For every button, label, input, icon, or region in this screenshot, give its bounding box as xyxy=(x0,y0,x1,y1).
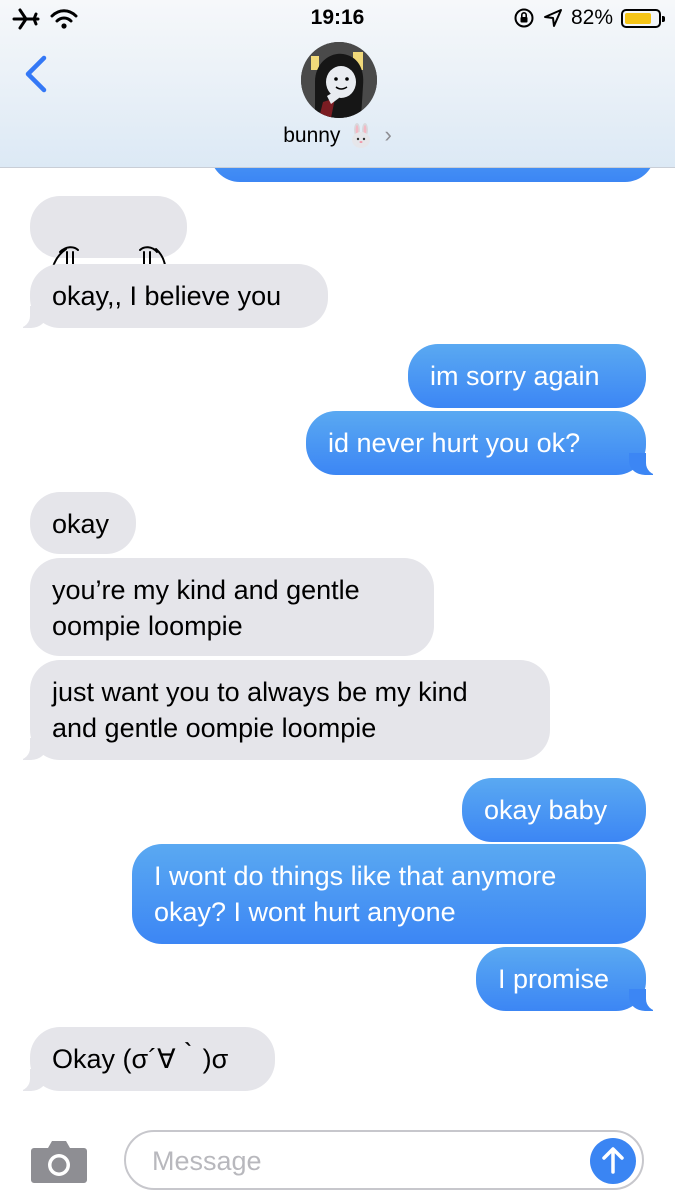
message-bubble-incoming[interactable]: you’re my kind and gentle oompie loompie xyxy=(30,558,434,656)
rabbit-emoji-icon xyxy=(348,123,374,149)
contact-avatar[interactable] xyxy=(301,42,377,118)
battery-icon xyxy=(621,8,665,28)
message-bubble-outgoing[interactable]: okay baby xyxy=(462,778,646,842)
location-icon xyxy=(543,9,562,27)
camera-button[interactable] xyxy=(30,1138,88,1184)
status-bar: 19:16 82% xyxy=(0,0,675,40)
message-bubble-incoming[interactable]: Okay (σ´∀｀)σ xyxy=(12,1027,275,1091)
message-bubble-outgoing[interactable]: I wont do things like that anymore okay?… xyxy=(132,844,646,944)
send-button[interactable] xyxy=(590,1138,636,1184)
message-bubble-incoming[interactable]: okay,, I believe you xyxy=(12,264,328,328)
battery-level xyxy=(625,12,651,24)
compose-bar xyxy=(0,1112,675,1200)
message-bubble-incoming[interactable]: just want you to always be my kind and g… xyxy=(12,660,550,760)
conversation[interactable]: okay,, I believe you im sorry again id n… xyxy=(0,0,675,1200)
message-field[interactable] xyxy=(124,1130,644,1190)
message-bubble-incoming[interactable]: okay xyxy=(30,492,136,554)
message-bubble-incoming[interactable] xyxy=(30,196,187,283)
contact-name: bunny xyxy=(283,124,341,147)
contact-name-button[interactable]: bunny › xyxy=(0,122,675,149)
orientation-lock-icon xyxy=(514,8,534,28)
message-bubble-outgoing[interactable]: I promise xyxy=(476,947,664,1011)
message-input[interactable] xyxy=(150,1140,574,1182)
avatar-image xyxy=(301,42,377,118)
battery-percent: 82% xyxy=(570,6,613,29)
message-bubble-outgoing[interactable]: im sorry again xyxy=(408,344,646,408)
chevron-right-icon: › xyxy=(384,122,392,147)
camera-icon xyxy=(31,1141,87,1183)
battery-nub xyxy=(662,15,665,22)
back-button[interactable] xyxy=(22,52,52,96)
send-arrow-icon xyxy=(602,1147,624,1174)
chevron-left-icon xyxy=(25,55,47,93)
message-bubble-outgoing[interactable]: id never hurt you ok? xyxy=(306,411,664,475)
status-bar-right: 82% xyxy=(513,6,665,30)
